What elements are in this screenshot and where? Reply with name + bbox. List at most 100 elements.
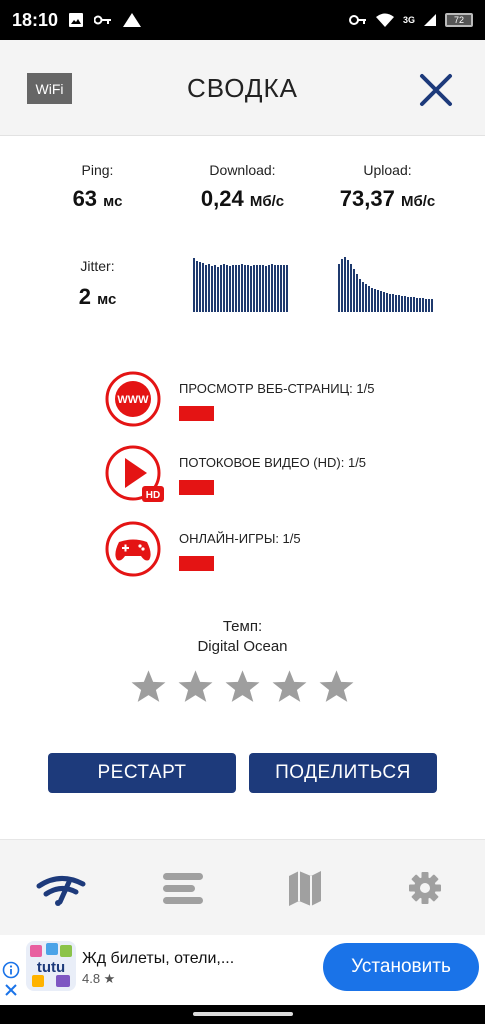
graph-bar bbox=[371, 288, 373, 312]
download-speed-graph bbox=[193, 255, 289, 312]
install-button[interactable]: Установить bbox=[323, 943, 479, 991]
graph-bar bbox=[347, 260, 349, 312]
graph-bar bbox=[383, 292, 385, 312]
graph-bar bbox=[238, 265, 240, 312]
ping-number: 63 bbox=[72, 186, 98, 211]
www-icon-text: WWW bbox=[117, 394, 149, 406]
ad-title: Жд билеты, отели,... bbox=[82, 950, 235, 967]
graph-bar bbox=[365, 284, 367, 312]
download-value: 0,24 Мб/с bbox=[180, 186, 305, 212]
graph-bar bbox=[226, 265, 228, 312]
key-icon bbox=[94, 15, 112, 25]
graph-bar bbox=[350, 264, 352, 312]
network-type: 3G bbox=[402, 15, 415, 25]
graph-bar bbox=[199, 262, 201, 312]
star-icon[interactable] bbox=[318, 668, 355, 705]
graph-bar bbox=[380, 291, 382, 312]
quality-label-video: ПОТОКОВОЕ ВИДЕО (HD): 1/5 bbox=[179, 455, 367, 470]
quality-bar-video bbox=[179, 480, 214, 495]
hd-icon-text: HD bbox=[146, 490, 160, 501]
graph-bar bbox=[247, 265, 249, 312]
graph-bar bbox=[410, 297, 412, 312]
graph-bar bbox=[362, 282, 364, 312]
speedtest-icon[interactable] bbox=[36, 868, 86, 908]
www-icon: WWW bbox=[105, 371, 161, 427]
graph-bar bbox=[341, 259, 343, 312]
gamepad-icon bbox=[105, 521, 161, 577]
upload-label: Upload: bbox=[363, 162, 412, 178]
graph-bar bbox=[356, 274, 358, 312]
star-icon[interactable] bbox=[224, 668, 261, 705]
graph-bar bbox=[404, 296, 406, 312]
results-list-icon[interactable] bbox=[158, 868, 208, 908]
graph-bar bbox=[265, 266, 267, 312]
share-button[interactable]: ПОДЕЛИТЬСЯ bbox=[249, 753, 437, 793]
graph-bar bbox=[392, 294, 394, 312]
graph-bar bbox=[428, 299, 430, 312]
graph-bar bbox=[338, 264, 340, 312]
upload-number: 73,37 bbox=[339, 186, 395, 211]
close-icon[interactable] bbox=[418, 72, 454, 108]
graph-bar bbox=[398, 295, 400, 312]
graph-bar bbox=[220, 265, 222, 312]
jitter-label: Jitter: bbox=[80, 258, 115, 274]
restart-button[interactable]: РЕСТАРТ bbox=[48, 753, 236, 793]
vpn-key-icon bbox=[348, 15, 366, 25]
graph-bar bbox=[422, 298, 424, 312]
jitter-number: 2 bbox=[78, 284, 91, 309]
graph-bar bbox=[259, 265, 261, 312]
upload-stat: Upload: 73,37 Мб/с bbox=[325, 162, 450, 212]
graph-bar bbox=[256, 265, 258, 312]
star-icon[interactable] bbox=[130, 668, 167, 705]
download-unit: Мб/с bbox=[249, 193, 285, 210]
graph-bar bbox=[280, 265, 282, 312]
signal-triangle-icon bbox=[123, 13, 142, 27]
quality-bar-games bbox=[179, 556, 214, 571]
ad-banner[interactable]: tutu Жд билеты, отели,... 4.8 ★ Установи… bbox=[0, 935, 485, 1005]
close-ad-icon[interactable] bbox=[4, 983, 18, 997]
graph-bar bbox=[425, 299, 427, 312]
graph-bar bbox=[205, 265, 207, 312]
graph-bar bbox=[262, 265, 264, 312]
graph-bar bbox=[344, 257, 346, 312]
graph-bar bbox=[419, 298, 421, 312]
jitter-stat: Jitter: 2 мс bbox=[50, 258, 145, 310]
graph-bar bbox=[217, 267, 219, 312]
graph-bar bbox=[359, 279, 361, 312]
hd-video-icon: HD bbox=[105, 445, 164, 502]
graph-bar bbox=[431, 299, 433, 312]
graph-bar bbox=[377, 290, 379, 312]
graph-bar bbox=[250, 266, 252, 312]
graph-bar bbox=[214, 265, 216, 312]
gallery-icon bbox=[69, 13, 84, 27]
quality-bar-web bbox=[179, 406, 214, 421]
graph-bar bbox=[407, 297, 409, 312]
quality-row-web: WWW ПРОСМОТР ВЕБ-СТРАНИЦ: 1/5 bbox=[104, 370, 434, 430]
status-time: 18:10 bbox=[12, 9, 59, 30]
graph-bar bbox=[277, 265, 279, 312]
graph-bar bbox=[202, 263, 204, 312]
star-icon[interactable] bbox=[271, 668, 308, 705]
graph-bar bbox=[395, 295, 397, 312]
graph-bar bbox=[232, 265, 234, 312]
home-indicator[interactable] bbox=[193, 1012, 293, 1016]
ad-rating: 4.8 ★ bbox=[82, 971, 116, 986]
map-icon[interactable] bbox=[280, 868, 330, 908]
star-icon[interactable] bbox=[177, 668, 214, 705]
settings-gear-icon[interactable] bbox=[400, 868, 450, 908]
download-label: Download: bbox=[209, 162, 276, 178]
graph-bar bbox=[196, 261, 198, 312]
jitter-value: 2 мс bbox=[50, 284, 145, 310]
tutu-logo-icon: tutu bbox=[30, 943, 72, 987]
graph-bar bbox=[413, 297, 415, 312]
server-info: Темп: Digital Ocean bbox=[0, 617, 485, 657]
quality-label-web: ПРОСМОТР ВЕБ-СТРАНИЦ: 1/5 bbox=[179, 381, 375, 396]
server-label: Темп: bbox=[222, 618, 263, 635]
system-navigation-bar bbox=[0, 1005, 485, 1024]
wifi-status-icon bbox=[375, 13, 394, 27]
battery-icon: 72 bbox=[445, 13, 473, 27]
info-icon[interactable] bbox=[2, 961, 20, 979]
graph-bar bbox=[208, 264, 210, 312]
graph-bar bbox=[353, 269, 355, 312]
graph-bar bbox=[389, 294, 391, 312]
